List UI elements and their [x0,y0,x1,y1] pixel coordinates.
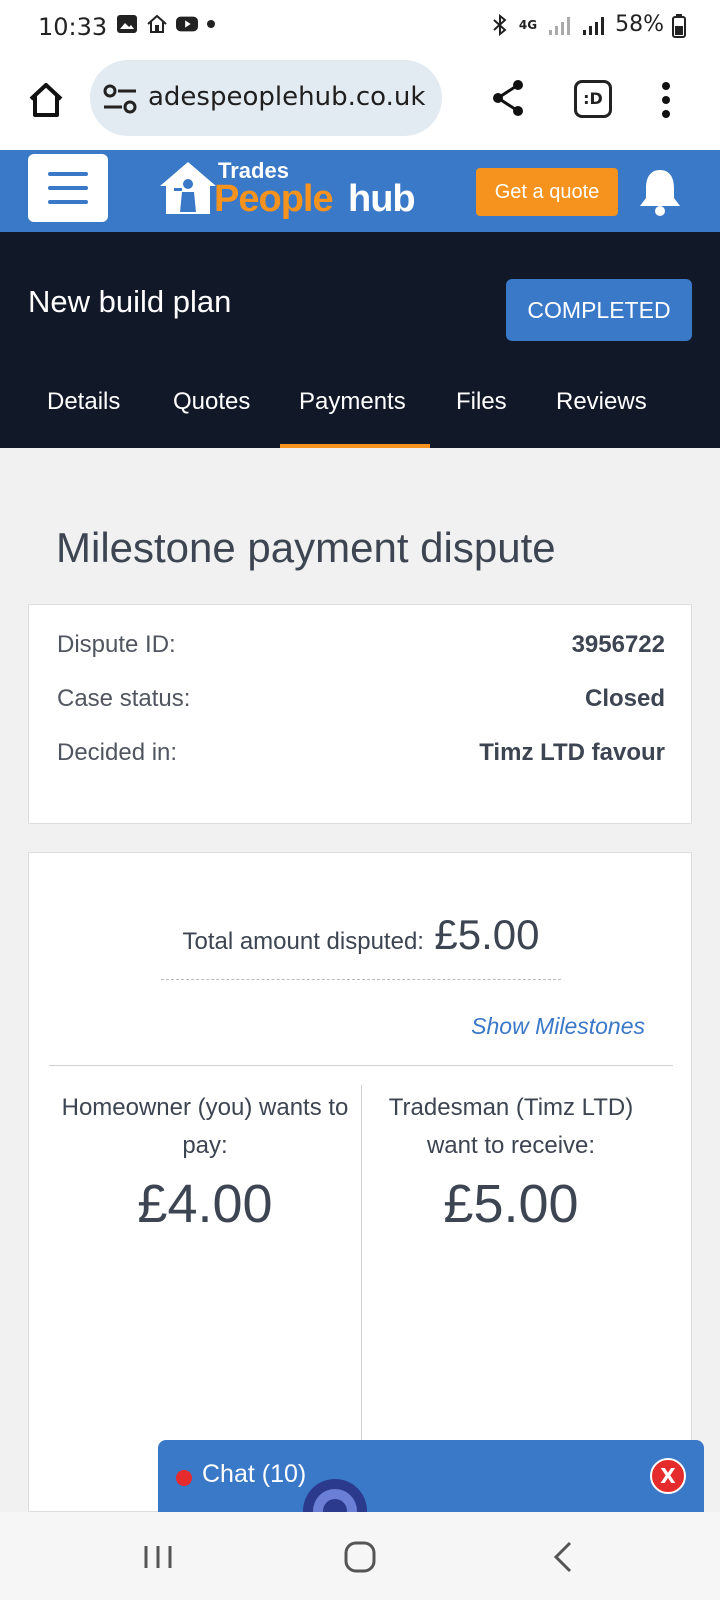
network-type: 4G [518,17,538,32]
dashed-divider [161,979,561,980]
battery-percent: 58% [615,12,664,37]
home-app-icon [147,14,167,33]
decided-in-row: Decided in: Timz LTD favour [57,739,665,767]
address-bar[interactable]: adespeoplehub.co.uk [90,60,442,136]
online-status-dot [176,1470,192,1486]
home-icon[interactable] [26,80,66,120]
chat-avatar-icon[interactable] [302,1478,368,1512]
tab-files[interactable]: Files [456,388,507,416]
show-milestones-link[interactable]: Show Milestones [471,1013,645,1040]
dispute-id-row: Dispute ID: 3956722 [57,631,665,659]
total-disputed: Total amount disputed: £5.00 [29,911,693,959]
dot-icon [207,20,215,28]
gallery-icon [117,15,137,33]
more-options-icon[interactable] [656,80,676,120]
tab-details[interactable]: Details [47,388,120,416]
homeowner-amount: £4.00 [137,1174,273,1234]
tradesman-column: Tradesman (Timz LTD) want to receive: £5… [361,1089,661,1235]
logo-text-hub: hub [348,178,416,220]
homeowner-column: Homeowner (you) wants to pay: £4.00 [55,1089,355,1235]
tradesman-amount: £5.00 [443,1174,579,1234]
house-logo-icon [160,162,216,214]
bluetooth-icon [493,13,507,36]
status-bar: 10:33 4G 58% [0,0,720,54]
page-title: Milestone payment dispute [56,524,556,571]
youtube-icon [176,16,198,32]
home-nav-icon[interactable] [340,1540,380,1574]
site-settings-icon[interactable] [102,82,138,116]
tradesman-label: Tradesman (Timz LTD) want to receive: [388,1094,634,1159]
case-status-row: Case status: Closed [57,685,665,713]
job-title: New build plan [28,284,232,319]
share-icon[interactable] [490,78,526,118]
dispute-id-value: 3956722 [571,631,665,658]
url-text: adespeoplehub.co.uk [148,82,426,112]
decided-in-value: Timz LTD favour [479,739,665,766]
case-status-value: Closed [584,685,665,712]
job-header: New build plan COMPLETED Details Quotes … [0,232,720,448]
dispute-info-card: Dispute ID: 3956722 Case status: Closed … [28,604,692,824]
battery-icon [672,14,686,38]
case-status-label: Case status: [57,685,191,712]
close-chat-button[interactable]: X [650,1458,686,1494]
signal-icon [549,16,571,35]
divider [49,1065,673,1066]
dispute-amounts-card: Total amount disputed: £5.00 Show Milest… [28,852,693,1513]
status-time: 10:33 [38,13,108,41]
notification-icons [116,14,216,34]
tab-payments[interactable]: Payments [299,388,406,416]
job-status-badge[interactable]: COMPLETED [506,279,692,341]
back-icon[interactable] [544,1540,584,1574]
homeowner-label: Homeowner (you) wants to pay: [61,1094,349,1159]
get-a-quote-button[interactable]: Get a quote [476,168,618,216]
active-tab-indicator [280,444,430,448]
chat-widget[interactable]: Chat (10) X [158,1440,704,1512]
total-disputed-label: Total amount disputed: [182,928,424,955]
total-disputed-value: £5.00 [434,911,540,958]
chat-label[interactable]: Chat (10) [202,1460,306,1489]
tab-reviews[interactable]: Reviews [556,388,647,416]
decided-in-label: Decided in: [57,739,178,766]
tabs-button[interactable]: :D [574,80,612,118]
site-header: Trades People hub Get a quote [0,150,720,232]
bell-icon[interactable] [636,166,684,216]
system-icons: 4G 58% [491,12,686,38]
logo-text-people: People [214,178,334,220]
hamburger-menu-button[interactable] [28,154,108,222]
browser-toolbar: adespeoplehub.co.uk :D [0,54,720,150]
site-logo[interactable]: Trades People hub [156,152,432,224]
system-nav-bar [0,1512,720,1600]
tab-quotes[interactable]: Quotes [173,388,250,416]
dispute-id-label: Dispute ID: [57,631,176,658]
signal-icon-2 [583,16,605,35]
recent-apps-icon[interactable] [138,1540,178,1574]
